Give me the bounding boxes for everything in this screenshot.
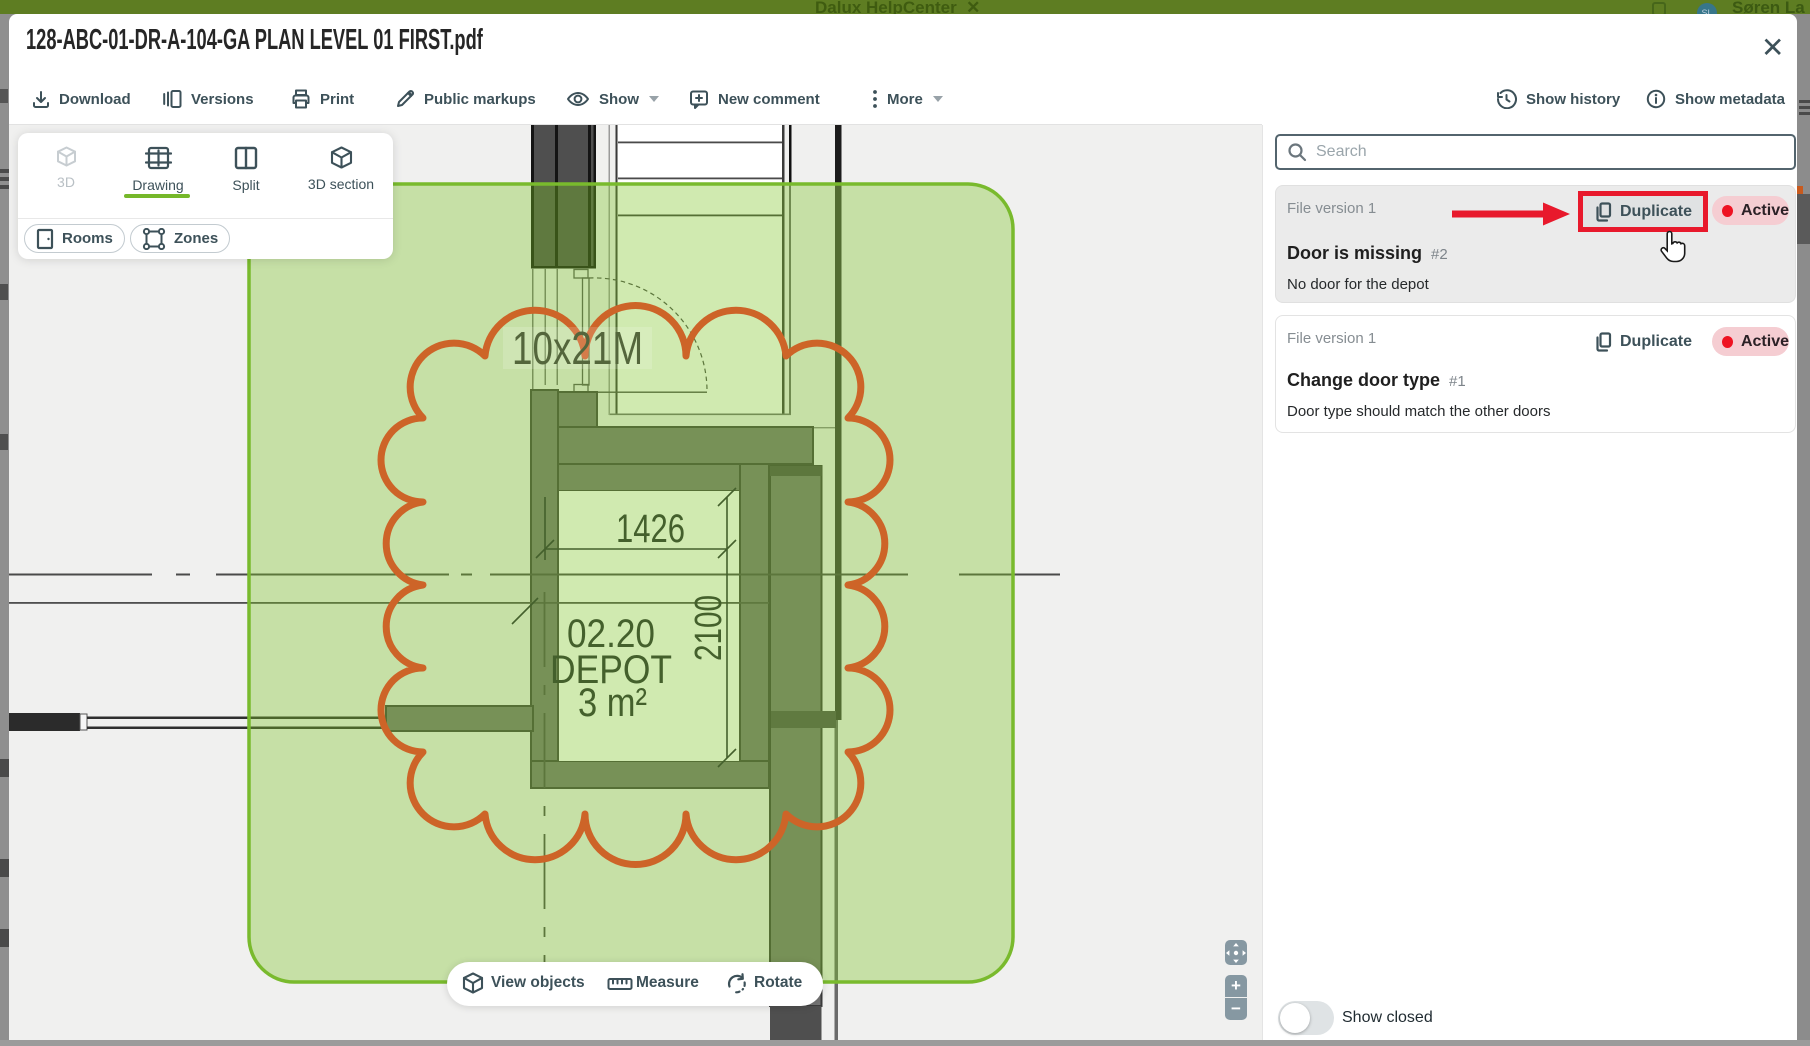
svg-text:10x21M: 10x21M [512,322,643,374]
svg-text:3 m²: 3 m² [578,681,647,725]
svg-text:1426: 1426 [616,507,685,551]
svg-text:2100: 2100 [688,595,730,661]
